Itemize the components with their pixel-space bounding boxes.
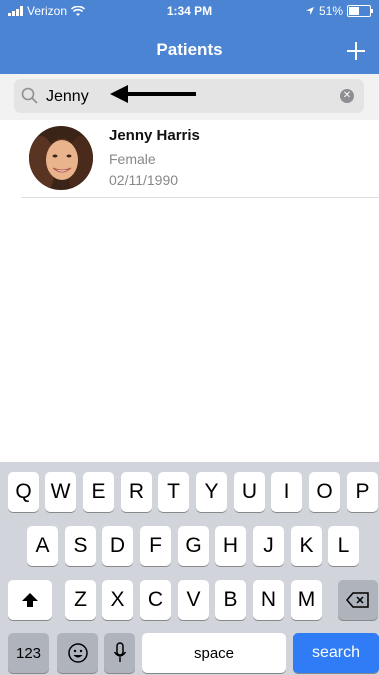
search-icon (21, 87, 38, 104)
annotation-arrow-icon (110, 85, 196, 103)
key-i[interactable]: I (271, 472, 302, 512)
key-g[interactable]: G (178, 526, 209, 566)
space-key[interactable]: space (142, 633, 286, 673)
key-e[interactable]: E (83, 472, 114, 512)
key-q[interactable]: Q (8, 472, 39, 512)
shift-icon (22, 593, 38, 607)
key-z[interactable]: Z (65, 580, 96, 620)
key-s[interactable]: S (65, 526, 96, 566)
delete-key[interactable] (338, 580, 378, 620)
key-r[interactable]: R (121, 472, 152, 512)
key-v[interactable]: V (178, 580, 209, 620)
patient-avatar (29, 126, 93, 190)
key-f[interactable]: F (140, 526, 171, 566)
patient-name: Jenny Harris (109, 127, 200, 144)
shift-key[interactable] (8, 580, 52, 620)
keyboard: Q W E R T Y U I O P A S D F G H J K L Z … (0, 462, 379, 675)
patient-dob: 02/11/1990 (109, 172, 179, 188)
delete-icon (346, 592, 369, 608)
status-right: 51% (305, 4, 373, 18)
page-title: Patients (156, 40, 223, 59)
emoji-icon (67, 643, 88, 663)
search-key[interactable]: search (293, 633, 379, 673)
key-o[interactable]: O (309, 472, 340, 512)
key-x[interactable]: X (102, 580, 133, 620)
key-t[interactable]: T (158, 472, 189, 512)
emoji-key[interactable] (57, 633, 98, 673)
key-c[interactable]: C (140, 580, 171, 620)
patient-gender: Female (109, 151, 156, 167)
key-d[interactable]: D (102, 526, 133, 566)
navigation-bar: Patients (0, 22, 379, 74)
key-m[interactable]: M (291, 580, 322, 620)
numbers-key[interactable]: 123 (8, 633, 49, 673)
key-b[interactable]: B (215, 580, 246, 620)
battery-icon (347, 5, 373, 17)
key-n[interactable]: N (253, 580, 284, 620)
status-bar: Verizon 1:34 PM 51% (0, 0, 379, 22)
key-y[interactable]: Y (196, 472, 227, 512)
key-j[interactable]: J (253, 526, 284, 566)
key-h[interactable]: H (215, 526, 246, 566)
battery-fill (349, 7, 360, 15)
key-p[interactable]: P (347, 472, 378, 512)
location-icon (305, 7, 314, 15)
battery-percent: 51% (318, 4, 343, 18)
clear-search-icon[interactable]: ✕ (340, 89, 354, 103)
microphone-key[interactable] (104, 633, 135, 673)
plus-icon[interactable] (345, 40, 367, 62)
key-u[interactable]: U (234, 472, 265, 512)
key-k[interactable]: K (291, 526, 322, 566)
patient-list-item[interactable]: Jenny Harris Female 02/11/1990 (21, 120, 379, 198)
key-l[interactable]: L (328, 526, 359, 566)
key-a[interactable]: A (27, 526, 58, 566)
key-w[interactable]: W (45, 472, 76, 512)
microphone-icon (113, 642, 126, 662)
